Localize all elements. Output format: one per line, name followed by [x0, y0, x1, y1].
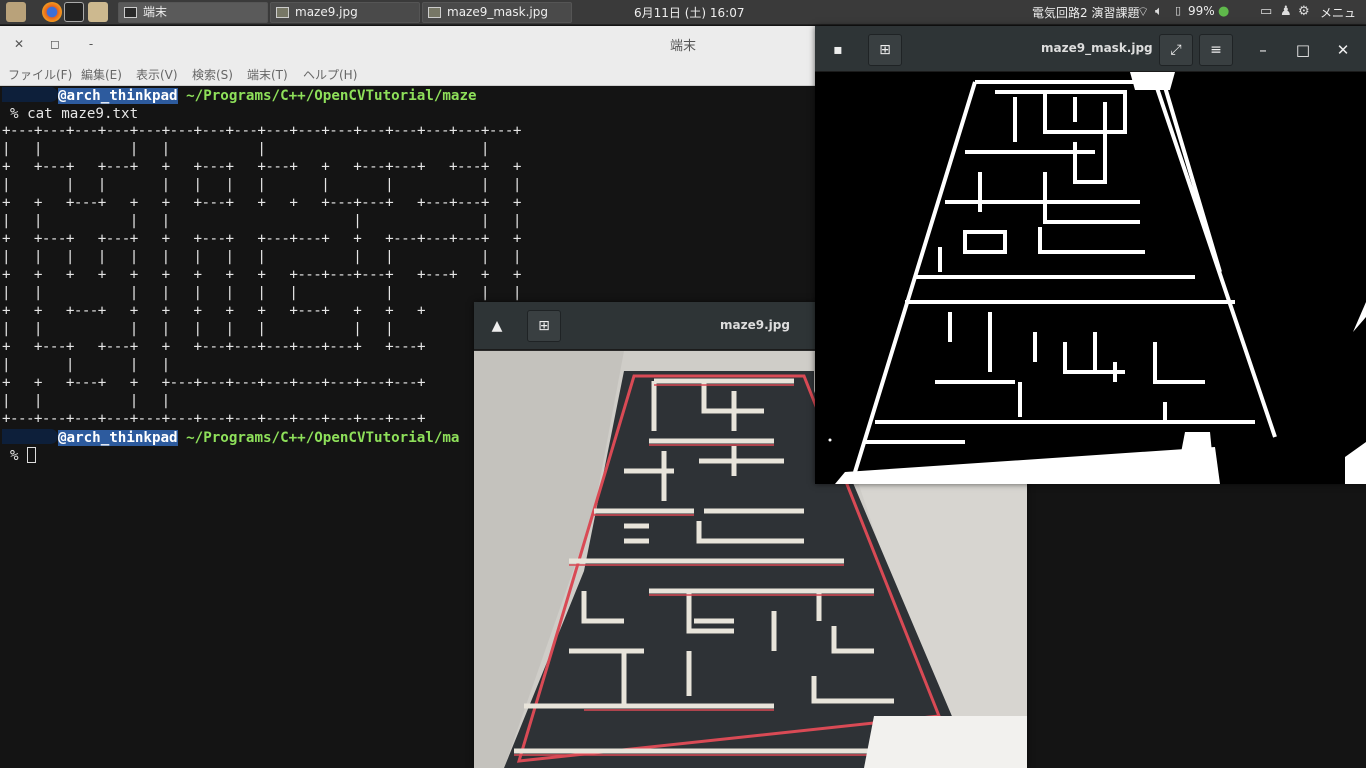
maze-line: | | | | | | — [2, 141, 489, 157]
input-line[interactable]: % — [10, 447, 37, 465]
image-viewer-mask: ▪ ⊞ maze9_mask.jpg ⤢ ≡ – □ ✕ — [815, 26, 1366, 484]
user-icon[interactable]: ♟ — [1280, 4, 1292, 19]
add-icon[interactable]: ⊞ — [868, 34, 902, 66]
terminal-icon — [124, 7, 137, 18]
maze-line: | | | | — [2, 357, 170, 373]
task-terminal[interactable]: 端末 — [118, 2, 268, 23]
command-line: % cat maze9.txt — [10, 106, 139, 122]
maze-line: + + +---+ + + +---+ + + +---+---+ +---+-… — [2, 195, 521, 211]
menu-terminal[interactable]: 端末(T) — [247, 66, 288, 83]
maze-line: | | | | — [2, 393, 170, 409]
maze-line: +---+---+---+---+---+---+---+---+---+---… — [2, 411, 426, 427]
minimize-icon[interactable]: - — [82, 35, 100, 53]
file-manager-icon[interactable] — [88, 2, 108, 22]
window-title: maze9_mask.jpg — [1041, 41, 1153, 55]
maze-line: + + + + + + + + + +---+---+---+ +---+ + … — [2, 267, 521, 283]
firefox-icon[interactable] — [42, 2, 62, 22]
tray-label[interactable]: 電気回路2 演習課題 — [1032, 4, 1139, 21]
minimize-icon[interactable]: – — [1253, 40, 1273, 60]
prompt-path: ~/Programs/C++/OpenCVTutorial/maze — [186, 88, 477, 104]
close-icon[interactable]: ✕ — [1333, 40, 1353, 60]
maze-line: + + +---+ + + + + + +---+ + + + — [2, 303, 426, 319]
task-label: maze9.jpg — [295, 5, 358, 19]
gallery-icon[interactable]: ▲ — [480, 310, 514, 342]
maze-line: + +---+ +---+ + +---+ +---+---+ + +---+-… — [2, 231, 521, 247]
menu-help[interactable]: ヘルプ(H) — [303, 66, 357, 83]
battery-icon[interactable]: ▯ — [1175, 4, 1181, 17]
battery-level: 99% — [1188, 4, 1215, 18]
terminal-launcher-icon[interactable] — [64, 2, 84, 22]
prompt-line: @arch_thinkpad ~/Programs/C++/OpenCVTuto… — [2, 429, 459, 447]
maximize-icon[interactable]: □ — [1293, 40, 1313, 60]
volume-icon[interactable]: 🔈︎ — [1155, 4, 1163, 19]
redacted-username — [2, 87, 58, 102]
add-icon[interactable]: ⊞ — [527, 310, 561, 342]
hamburger-menu-icon[interactable]: ≡ — [1199, 34, 1233, 66]
menu-view[interactable]: 表示(V) — [136, 66, 178, 83]
image-icon — [276, 7, 289, 18]
task-label: maze9_mask.jpg — [447, 5, 548, 19]
maze-line: + + +---+ + +---+---+---+---+---+---+---… — [2, 375, 426, 391]
menu-file[interactable]: ファイル(F) — [8, 66, 72, 83]
terminal-menubar: ファイル(F) 編集(E) 表示(V) 検索(S) 端末(T) ヘルプ(H) — [0, 62, 815, 86]
menu-search[interactable]: 検索(S) — [192, 66, 233, 83]
redacted-username — [2, 429, 58, 444]
task-maze9[interactable]: maze9.jpg — [270, 2, 420, 23]
window-title: 端末 — [670, 39, 697, 54]
clock[interactable]: 6月11日 (土) 16:07 — [634, 4, 744, 21]
close-icon[interactable]: ✕ — [10, 35, 28, 53]
wifi-icon[interactable]: ⌔ — [1137, 4, 1149, 20]
top-panel: 端末 maze9.jpg maze9_mask.jpg 6月11日 (土) 16… — [0, 0, 1366, 37]
maximize-icon[interactable]: ◻ — [46, 35, 64, 53]
task-maze9-mask[interactable]: maze9_mask.jpg — [422, 2, 572, 23]
maze-line: +---+---+---+---+---+---+---+---+---+---… — [2, 123, 521, 139]
display-icon[interactable]: ▭ — [1260, 4, 1272, 19]
fullscreen-icon[interactable]: ⤢ — [1159, 34, 1193, 66]
terminal-titlebar[interactable]: ✕ ◻ - 端末 — [0, 26, 815, 62]
prompt-line: @arch_thinkpad ~/Programs/C++/OpenCVTuto… — [2, 87, 477, 105]
maze-line: | | | | | | | — [2, 213, 521, 229]
maze-line: | | | | | | | | | | | | | — [2, 249, 521, 265]
prompt-host: @arch_thinkpad — [58, 430, 178, 446]
maze-ascii-output: +---+---+---+---+---+---+---+---+---+---… — [2, 122, 521, 428]
maze-line: | | | | | | | | | | | — [2, 285, 521, 301]
maze-mask-image — [815, 72, 1366, 484]
text-cursor — [27, 447, 37, 463]
viewer-headerbar[interactable]: ▪ ⊞ maze9_mask.jpg ⤢ ≡ – □ ✕ — [815, 26, 1366, 72]
update-icon[interactable]: ● — [1218, 4, 1229, 19]
maze-line: | | | | | | | | | | | — [2, 177, 521, 193]
window-title: maze9.jpg — [720, 318, 790, 332]
task-label: 端末 — [143, 5, 168, 19]
gallery-icon[interactable]: ▪ — [821, 34, 855, 66]
launcher-icon[interactable] — [6, 2, 26, 22]
prompt-host: @arch_thinkpad — [58, 88, 178, 104]
maze-line: + +---+ +---+ + +---+---+---+---+---+ +-… — [2, 339, 426, 355]
maze-line: + +---+ +---+ + +---+ +---+ + +---+---+ … — [2, 159, 521, 175]
image-icon — [428, 7, 441, 18]
maze-line: | | | | | | | | | — [2, 321, 394, 337]
menu-edit[interactable]: 編集(E) — [81, 66, 122, 83]
settings-icon[interactable]: ⚙ — [1298, 4, 1310, 19]
prompt-symbol: % — [10, 448, 19, 464]
prompt-path: ~/Programs/C++/OpenCVTutorial/ma — [186, 430, 460, 446]
